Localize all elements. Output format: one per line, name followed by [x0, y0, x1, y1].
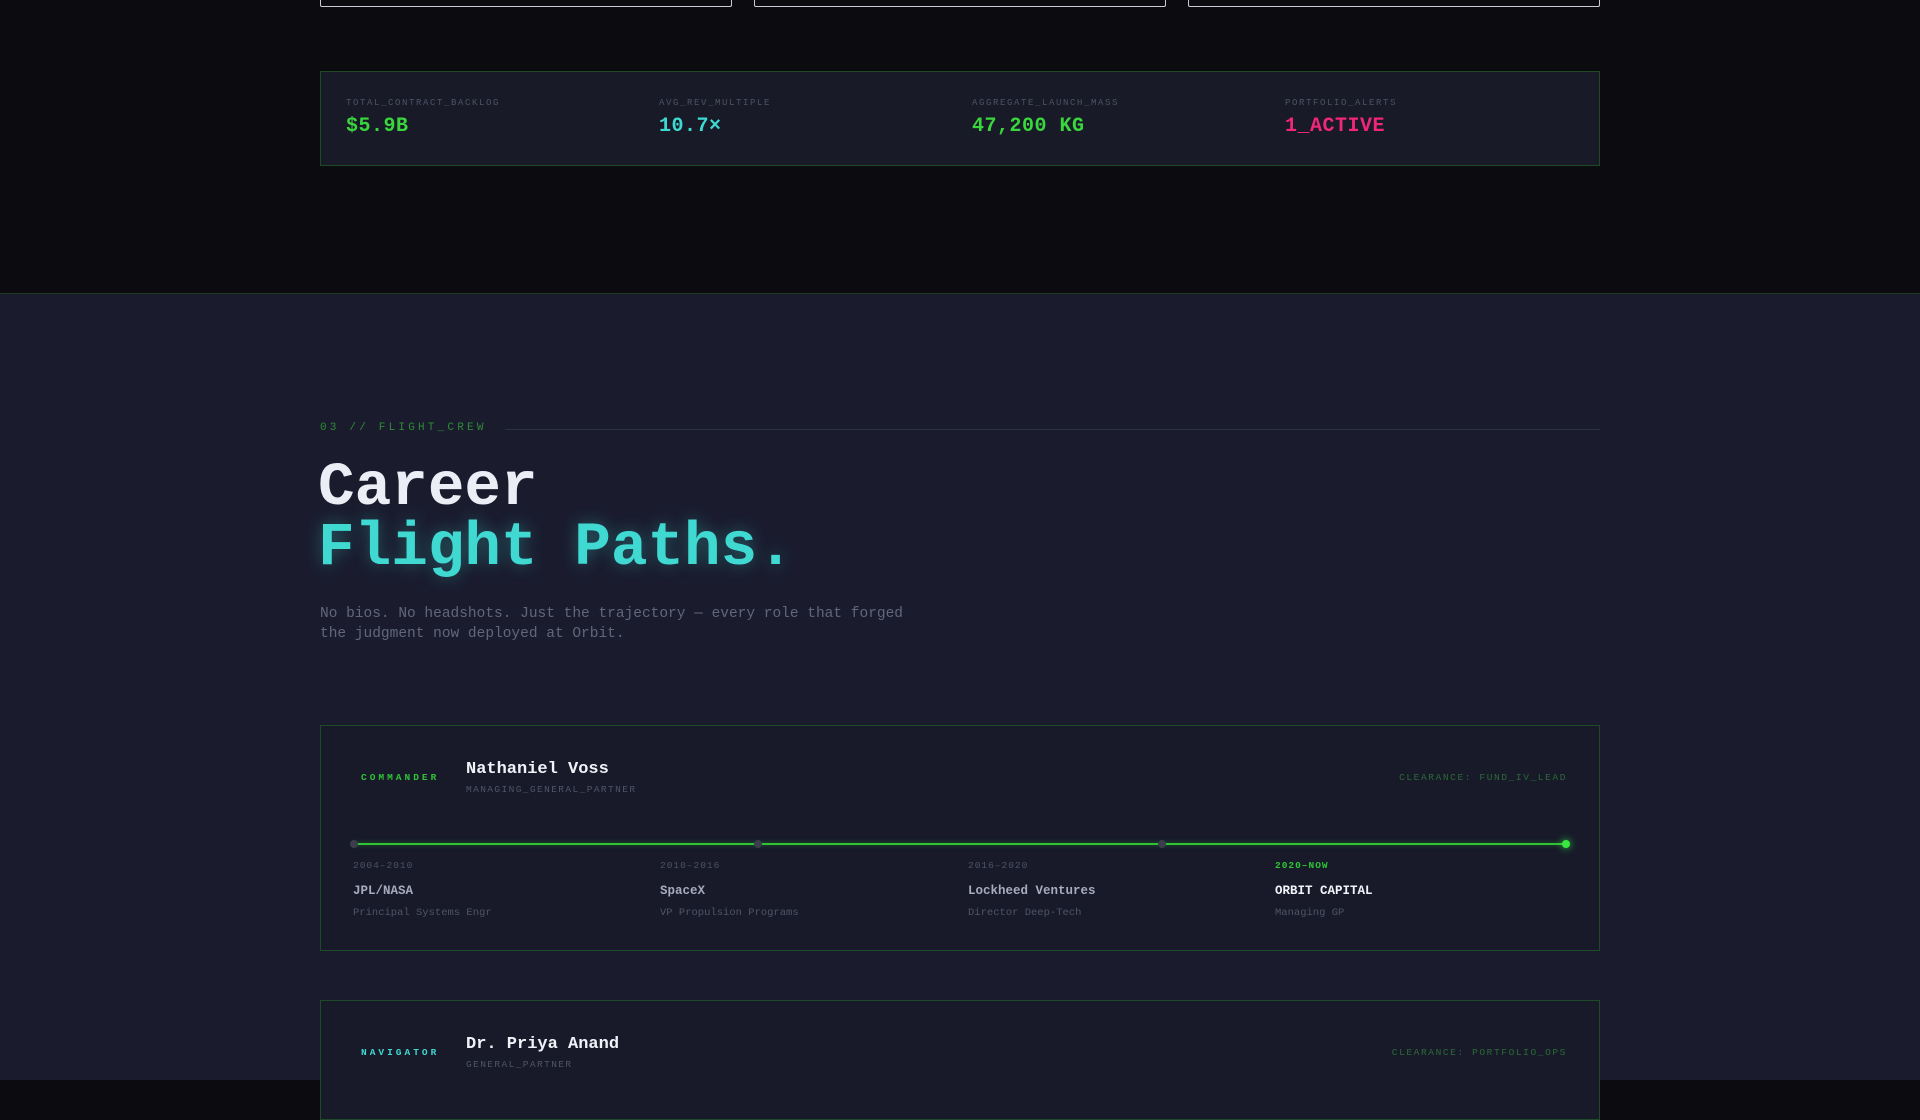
summary-card[interactable]	[754, 0, 1166, 7]
stop-years: 2016–2020	[968, 860, 1029, 871]
stop-org: JPL/NASA	[353, 884, 414, 898]
stop-role: Managing GP	[1275, 907, 1345, 919]
stop-org: SpaceX	[660, 884, 706, 898]
crew-name: Dr. Priya Anand	[466, 1035, 620, 1054]
section-eyebrow: 03 // FLIGHT_CREW	[320, 422, 487, 434]
crew-title: MANAGING_GENERAL_PARTNER	[466, 784, 637, 795]
stat-value: $5.9B	[346, 115, 409, 138]
crew-name: Nathaniel Voss	[466, 760, 609, 779]
timeline-node	[754, 840, 762, 848]
timeline-stop: 2010–2016 SpaceX VP Propulsion Programs	[660, 860, 960, 919]
eyebrow-divider	[505, 429, 1600, 430]
timeline-node	[1158, 840, 1166, 848]
stop-org: ORBIT CAPITAL	[1275, 884, 1373, 898]
stats-bar: TOTAL_CONTRACT_BACKLOG $5.9B AVG_REV_MUL…	[320, 71, 1600, 166]
stat-label: AGGREGATE_LAUNCH_MASS	[972, 98, 1120, 108]
summary-card[interactable]	[1188, 0, 1600, 7]
stop-role: Director Deep-Tech	[968, 907, 1082, 919]
timeline-stop: 2004–2010 JPL/NASA Principal Systems Eng…	[353, 860, 653, 919]
clearance-label: CLEARANCE: PORTFOLIO_OPS	[1391, 1047, 1567, 1058]
crew-title: GENERAL_PARTNER	[466, 1059, 573, 1070]
stat-value: 1_ACTIVE	[1285, 115, 1386, 138]
summary-card[interactable]	[320, 0, 732, 7]
metrics-section: TOTAL_CONTRACT_BACKLOG $5.9B AVG_REV_MUL…	[0, 0, 1920, 294]
role-tag: COMMANDER	[361, 772, 440, 783]
stop-org: Lockheed Ventures	[968, 884, 1096, 898]
timeline-stop-current: 2020–NOW ORBIT CAPITAL Managing GP	[1275, 860, 1575, 919]
stat-value: 10.7×	[659, 115, 722, 138]
stat-label: PORTFOLIO_ALERTS	[1285, 98, 1398, 108]
career-timeline-track	[353, 843, 1569, 845]
stat-label: TOTAL_CONTRACT_BACKLOG	[346, 98, 501, 108]
stop-role: Principal Systems Engr	[353, 907, 492, 919]
stop-years: 2020–NOW	[1275, 860, 1329, 871]
timeline-stop: 2016–2020 Lockheed Ventures Director Dee…	[968, 860, 1268, 919]
stat-value: 47,200 KG	[972, 115, 1085, 138]
stop-years: 2004–2010	[353, 860, 414, 871]
stat-label: AVG_REV_MULTIPLE	[659, 98, 772, 108]
timeline-node-current	[1562, 840, 1570, 848]
stop-years: 2010–2016	[660, 860, 721, 871]
section-intro: No bios. No headshots. Just the trajecto…	[320, 606, 903, 642]
section-title-line-1: Career	[318, 454, 538, 523]
clearance-label: CLEARANCE: FUND_IV_LEAD	[1399, 772, 1567, 783]
stop-role: VP Propulsion Programs	[660, 907, 799, 919]
role-tag: NAVIGATOR	[361, 1047, 440, 1058]
crew-card-commander[interactable]: COMMANDER Nathaniel Voss MANAGING_GENERA…	[320, 725, 1600, 951]
crew-card-navigator[interactable]: NAVIGATOR Dr. Priya Anand GENERAL_PARTNE…	[320, 1000, 1600, 1120]
section-title-line-2: Flight Paths.	[318, 514, 794, 583]
timeline-node	[350, 840, 358, 848]
flight-crew-section: 03 // FLIGHT_CREW Career Flight Paths. N…	[0, 294, 1920, 1120]
